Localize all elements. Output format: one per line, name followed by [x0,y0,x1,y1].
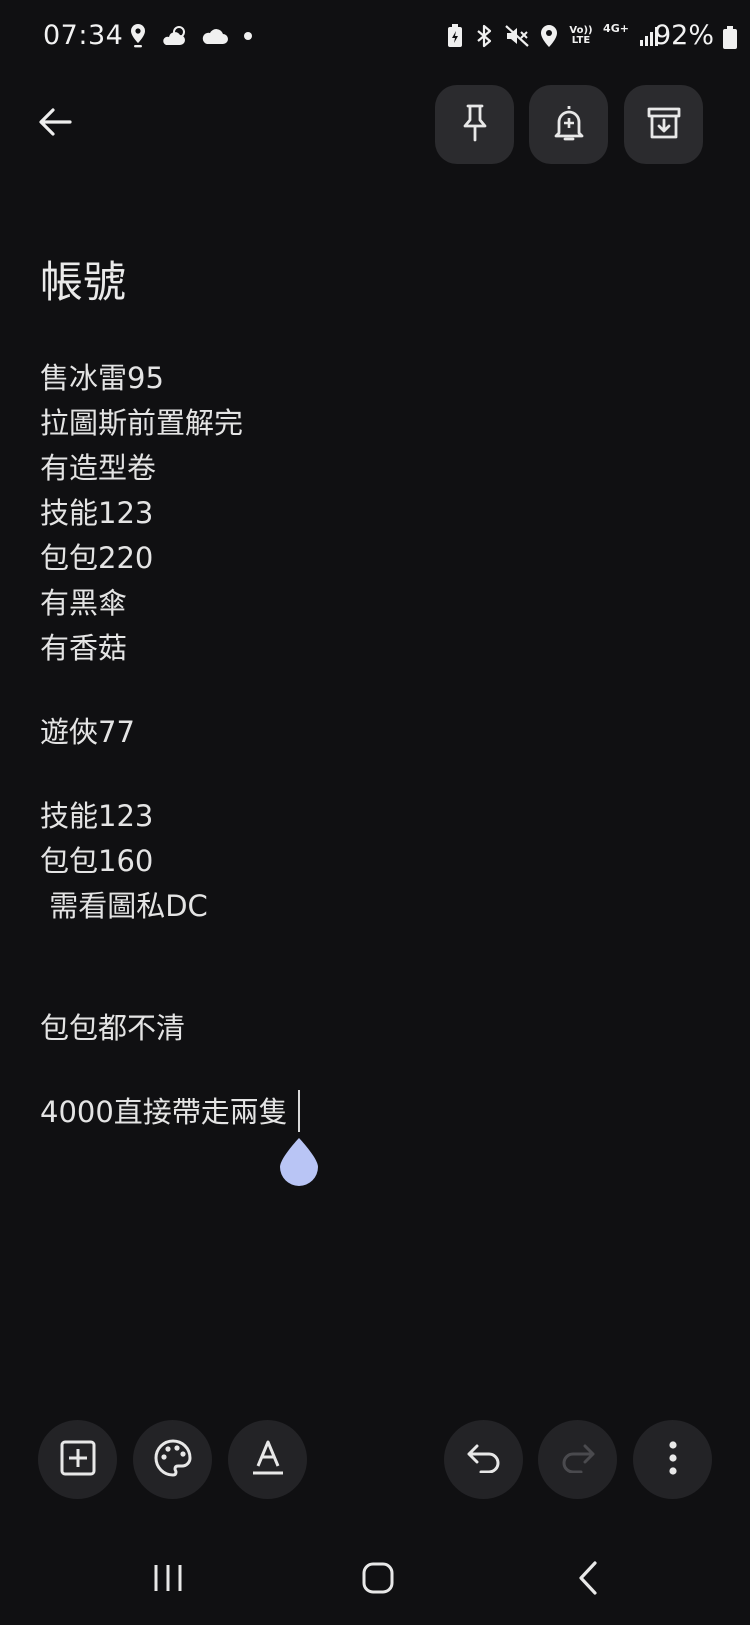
archive-icon [645,104,683,146]
text-format-icon [250,1439,286,1481]
add-content-button[interactable] [38,1420,117,1499]
volte-icon: Vo)) LTE [569,25,593,46]
dot-icon [240,22,256,50]
status-left-icons [126,22,256,50]
note-line: 有黑傘 [40,586,128,620]
pin-button[interactable] [435,85,514,164]
pin-icon [460,103,490,147]
location-icon [539,22,559,50]
note-line: 包包160 [40,844,154,878]
more-options-button[interactable] [633,1420,712,1499]
note-line: 拉圖斯前置解完 [40,406,244,440]
note-line: 包包都不清 [40,1011,186,1045]
battery-saver-icon [446,22,464,50]
note-line: 售冰雷95 [40,361,164,395]
4g-icon: 4G+ [603,22,629,35]
note-line: 技能123 [40,496,154,530]
status-right-icons: Vo)) LTE 4G+ [446,22,662,50]
home-icon [361,1561,395,1599]
note-editor-screen: { "status_bar": { "time": "07:34", "left… [0,0,750,1625]
status-bar: 07:34 Vo)) LTE 4G+ 92% [0,0,750,80]
add-box-icon [59,1439,97,1481]
home-button[interactable] [338,1555,418,1605]
note-line: 有香菇 [40,631,128,665]
undo-icon [466,1443,502,1477]
note-line: 包包220 [40,541,154,575]
note-line: 技能123 [40,799,154,833]
background-color-button[interactable] [133,1420,212,1499]
cursor-handle[interactable] [279,1138,319,1186]
palette-icon [153,1438,193,1482]
reminder-bell-icon [552,103,586,147]
status-time: 07:34 [43,20,124,51]
reminder-button[interactable] [529,85,608,164]
battery-icon [722,26,738,54]
nav-back-button[interactable] [548,1555,628,1605]
note-line: 遊俠77 [40,715,135,749]
text-format-button[interactable] [228,1420,307,1499]
undo-button[interactable] [444,1420,523,1499]
more-vert-icon [668,1440,678,1480]
note-line: 4000直接帶走兩隻 [40,1095,288,1129]
location-pin-icon [126,22,150,50]
note-title[interactable]: 帳號 [40,248,126,310]
archive-button[interactable] [624,85,703,164]
battery-percent: 92% [653,20,714,51]
bluetooth-icon [473,22,495,50]
note-line: 有造型卷 [40,451,157,485]
arrow-back-icon [38,107,72,141]
redo-button[interactable] [538,1420,617,1499]
back-button[interactable] [30,95,80,153]
note-line: 需看圖私DC [40,889,208,923]
text-cursor [298,1090,300,1132]
mute-icon [504,22,530,50]
redo-icon [560,1443,596,1477]
recent-apps-icon [151,1563,185,1597]
back-icon [577,1560,599,1600]
partly-cloudy-icon [160,22,190,50]
cloud-icon [200,22,230,50]
recent-apps-button[interactable] [128,1555,208,1605]
